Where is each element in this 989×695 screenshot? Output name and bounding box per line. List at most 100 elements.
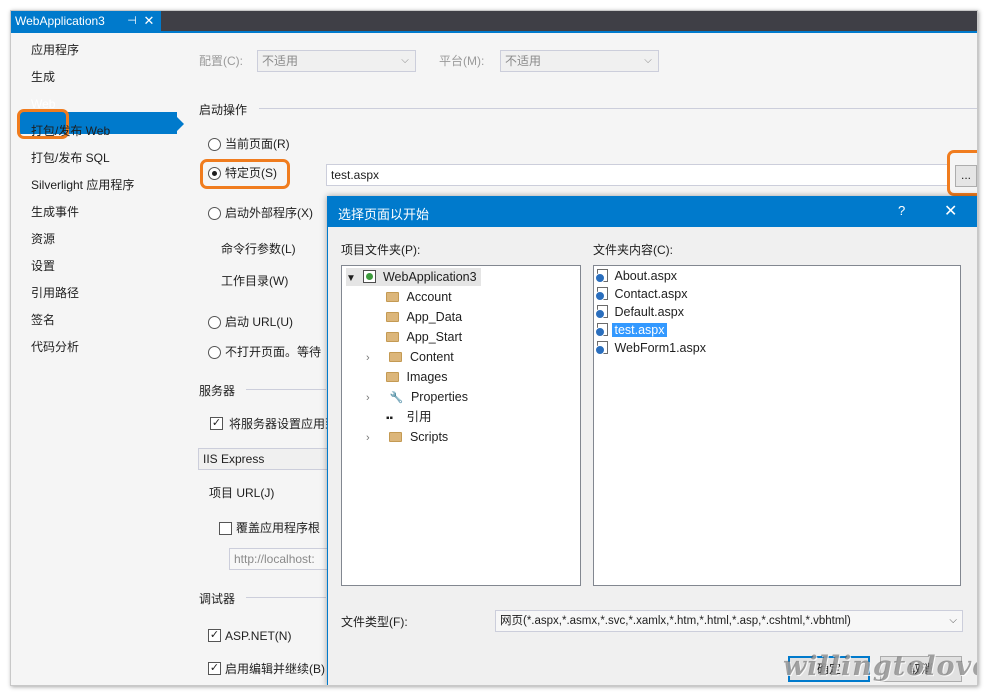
tree-item[interactable]: App_Data bbox=[386, 308, 462, 326]
collapse-arrow-icon[interactable]: ▼ bbox=[346, 270, 360, 288]
close-tab-icon[interactable]: ✕ bbox=[142, 11, 156, 31]
sidebar-item-reference-paths[interactable]: 引用路径 bbox=[31, 282, 79, 304]
expand-arrow-icon[interactable]: › bbox=[366, 389, 386, 407]
external-program-radio[interactable] bbox=[208, 207, 221, 220]
project-folders-label: 项目文件夹(P): bbox=[341, 243, 421, 257]
file-type-label: 文件类型(F): bbox=[341, 615, 408, 629]
tree-item-label: Scripts bbox=[409, 430, 449, 444]
list-item[interactable]: About.aspx bbox=[595, 267, 678, 285]
group-divider bbox=[246, 389, 326, 390]
pin-icon[interactable]: ⊣ bbox=[125, 11, 139, 31]
current-page-label: 当前页面(R) bbox=[225, 137, 290, 151]
list-item-label: Default.aspx bbox=[614, 305, 684, 319]
tree-root[interactable]: ▼ WebApplication3 bbox=[346, 268, 481, 286]
browse-button[interactable]: ... bbox=[955, 165, 977, 187]
override-root-checkbox[interactable] bbox=[219, 522, 232, 535]
group-divider bbox=[246, 597, 326, 598]
specific-page-input[interactable]: test.aspx bbox=[326, 164, 948, 186]
tree-item[interactable]: › Content bbox=[366, 348, 454, 366]
config-select: 不适用 ⌵ bbox=[257, 50, 416, 72]
select-start-page-dialog: 选择页面以开始 ? ✕ 项目文件夹(P): 文件夹内容(C): ▼ WebApp… bbox=[327, 196, 977, 685]
specific-page-label: 特定页(S) bbox=[225, 166, 277, 180]
expand-arrow-icon[interactable]: › bbox=[366, 429, 386, 447]
folder-icon bbox=[389, 352, 403, 362]
folder-icon bbox=[386, 332, 399, 342]
sidebar-active-arrow bbox=[177, 117, 184, 131]
aspx-file-icon bbox=[595, 323, 608, 337]
tree-item[interactable]: Account bbox=[386, 288, 452, 306]
close-icon[interactable]: ✕ bbox=[944, 201, 957, 221]
tree-item-label: 引用 bbox=[406, 410, 432, 424]
apply-server-checkbox[interactable]: ✓ bbox=[210, 417, 223, 430]
tree-item[interactable]: App_Start bbox=[386, 328, 462, 346]
list-item[interactable]: WebForm1.aspx bbox=[595, 339, 706, 357]
document-tab-strip: WebApplication3 ⊣ ✕ bbox=[11, 11, 977, 31]
sidebar-item-package-sql[interactable]: 打包/发布 SQL bbox=[31, 147, 110, 169]
list-item[interactable]: Contact.aspx bbox=[595, 285, 688, 303]
group-divider bbox=[259, 108, 977, 109]
aspnet-checkbox[interactable]: ✓ bbox=[208, 629, 221, 642]
chevron-down-icon: ⌵ bbox=[401, 55, 409, 66]
file-type-value: 网页(*.aspx,*.asmx,*.svc,*.xamlx,*.htm,*.h… bbox=[500, 615, 851, 627]
specific-page-radio[interactable] bbox=[208, 167, 221, 180]
list-item-label: WebForm1.aspx bbox=[614, 341, 706, 355]
help-icon[interactable]: ? bbox=[898, 203, 905, 218]
dialog-title-bar: 选择页面以开始 ? ✕ bbox=[328, 197, 977, 227]
sidebar-item-web[interactable]: Web bbox=[31, 93, 55, 115]
web-project-icon bbox=[363, 270, 377, 283]
sidebar-item-build[interactable]: 生成 bbox=[31, 66, 55, 88]
tree-root-label: WebApplication3 bbox=[382, 270, 477, 284]
override-root-label: 覆盖应用程序根 bbox=[236, 521, 321, 535]
folder-icon bbox=[389, 432, 403, 442]
cmd-args-label: 命令行参数(L) bbox=[221, 242, 296, 256]
aspx-file-icon bbox=[595, 341, 608, 355]
tree-item[interactable]: › Scripts bbox=[366, 428, 448, 446]
chevron-down-icon: ⌵ bbox=[949, 615, 957, 626]
start-url-label: 启动 URL(U) bbox=[225, 315, 293, 329]
start-url-radio[interactable] bbox=[208, 316, 221, 329]
tree-item[interactable]: ▪▪ 引用 bbox=[386, 408, 432, 426]
tree-item[interactable]: › 🔧 Properties bbox=[366, 388, 468, 406]
sidebar-item-resources[interactable]: 资源 bbox=[31, 228, 55, 250]
aspx-file-icon bbox=[595, 269, 608, 283]
platform-value: 不适用 bbox=[505, 54, 542, 68]
working-dir-label: 工作目录(W) bbox=[221, 274, 289, 288]
sidebar-item-package-web[interactable]: 打包/发布 Web bbox=[31, 120, 110, 142]
sidebar-item-signing[interactable]: 签名 bbox=[31, 309, 55, 331]
folder-contents-list[interactable]: About.aspx Contact.aspx Default.aspx tes… bbox=[593, 265, 961, 586]
list-item-selected[interactable]: test.aspx bbox=[595, 321, 667, 339]
sidebar-item-application[interactable]: 应用程序 bbox=[31, 39, 79, 61]
aspx-file-icon bbox=[595, 287, 608, 301]
document-tab-title: WebApplication3 bbox=[15, 14, 105, 28]
document-tab[interactable]: WebApplication3 ⊣ ✕ bbox=[11, 11, 161, 31]
server-type-select[interactable]: IIS Express bbox=[198, 448, 338, 470]
sidebar: 应用程序 生成 Web 打包/发布 Web 打包/发布 SQL Silverli… bbox=[11, 33, 184, 685]
chevron-down-icon: ⌵ bbox=[644, 55, 652, 66]
file-type-select[interactable]: 网页(*.aspx,*.asmx,*.svc,*.xamlx,*.htm,*.h… bbox=[495, 610, 963, 632]
folder-icon bbox=[386, 292, 399, 302]
edit-continue-checkbox[interactable]: ✓ bbox=[208, 662, 221, 675]
sidebar-item-silverlight[interactable]: Silverlight 应用程序 bbox=[31, 174, 134, 196]
sidebar-item-build-events[interactable]: 生成事件 bbox=[31, 201, 79, 223]
folder-contents-label: 文件夹内容(C): bbox=[593, 243, 673, 257]
list-item-label: Contact.aspx bbox=[614, 287, 688, 301]
list-item-label: test.aspx bbox=[612, 323, 667, 337]
dialog-title: 选择页面以开始 bbox=[338, 207, 430, 222]
list-item-label: About.aspx bbox=[614, 269, 678, 283]
dont-open-radio[interactable] bbox=[208, 346, 221, 359]
project-folders-tree[interactable]: ▼ WebApplication3 Account App_Data App_S… bbox=[341, 265, 581, 586]
config-value: 不适用 bbox=[262, 54, 299, 68]
sidebar-item-code-analysis[interactable]: 代码分析 bbox=[31, 336, 79, 358]
list-item[interactable]: Default.aspx bbox=[595, 303, 684, 321]
project-properties-window: WebApplication3 ⊣ ✕ 应用程序 生成 Web 打包/发布 We… bbox=[10, 10, 978, 686]
current-page-radio[interactable] bbox=[208, 138, 221, 151]
platform-label: 平台(M): bbox=[439, 54, 485, 68]
expand-arrow-icon[interactable]: › bbox=[366, 349, 386, 367]
aspx-file-icon bbox=[595, 305, 608, 319]
platform-select: 不适用 ⌵ bbox=[500, 50, 659, 72]
override-root-input[interactable]: http://localhost: bbox=[229, 548, 329, 570]
tree-item[interactable]: Images bbox=[386, 368, 447, 386]
tree-item-label: Content bbox=[409, 350, 454, 364]
project-url-label: 项目 URL(J) bbox=[209, 486, 275, 500]
sidebar-item-settings[interactable]: 设置 bbox=[31, 255, 55, 277]
